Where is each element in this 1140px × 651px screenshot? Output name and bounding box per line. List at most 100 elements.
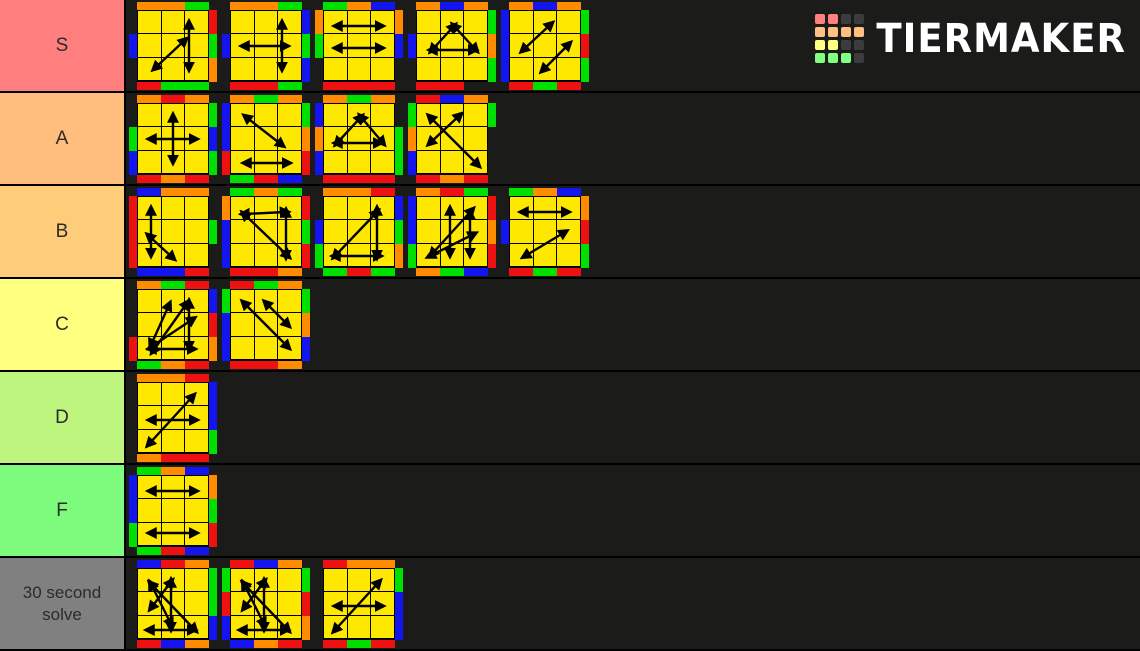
edge-sticker-top [347,559,371,568]
tier-label-f[interactable]: F [0,465,126,556]
cube-face [416,102,488,175]
sticker [557,243,580,267]
edge-sticker-right [209,405,217,430]
sticker [324,127,347,150]
tier-row: F [0,465,1140,558]
sticker [231,615,254,639]
edge-sticker-top [347,187,371,196]
sticker [254,243,278,267]
edge-sticker-bottom [254,360,278,369]
sticker [347,10,371,34]
oll-case-s4[interactable] [408,1,496,90]
edge-sticker-bottom [347,639,371,648]
tier-items-area[interactable] [126,186,1140,277]
sticker [278,336,301,360]
edge-sticker-bottom [161,174,185,183]
oll-case-b5[interactable] [501,187,589,276]
sticker [138,568,161,592]
tier-items-area[interactable] [126,93,1140,184]
sticker [464,34,487,57]
sticker [161,220,185,243]
sticker [185,243,208,267]
tier-label-s[interactable]: S [0,0,126,91]
oll-case-a4[interactable] [408,94,496,183]
edge-sticker-bottom [161,81,185,90]
edge-sticker-bottom [230,267,254,276]
oll-case-b4[interactable] [408,187,496,276]
sticker [161,592,185,615]
sticker [161,243,185,267]
sticker [417,34,440,57]
oll-case-s2[interactable] [222,1,310,90]
sticker [254,57,278,81]
oll-case-d1[interactable] [129,373,217,462]
tier-label-30-second-solve[interactable]: 30 second solve [0,558,126,649]
tier-label-b[interactable]: B [0,186,126,277]
tier-label-c[interactable]: C [0,279,126,370]
edge-sticker-right [209,429,217,454]
cube-face [137,474,209,547]
tier-items-area[interactable] [126,558,1140,649]
cube-face [509,195,581,268]
edge-sticker-left [408,9,416,34]
edge-sticker-right [302,336,310,361]
sticker [231,34,254,57]
oll-case-a1[interactable] [129,94,217,183]
edge-sticker-left [315,591,323,616]
oll-case-f1[interactable] [129,466,217,555]
oll-case-s1[interactable] [129,1,217,90]
edge-sticker-bottom [278,639,302,648]
tier-items-area[interactable] [126,465,1140,556]
edge-sticker-top [137,280,161,289]
oll-case-s5[interactable] [501,1,589,90]
sticker [138,429,161,453]
oll-case-x3[interactable] [315,559,403,648]
tier-label-a[interactable]: A [0,93,126,184]
edge-sticker-top [440,94,464,103]
edge-sticker-right [302,126,310,151]
oll-case-c2[interactable] [222,280,310,369]
tier-items-area[interactable] [126,279,1140,370]
edge-sticker-top [161,466,185,475]
edge-sticker-right [209,9,217,34]
edge-sticker-left [222,126,230,151]
sticker [371,127,394,150]
edge-sticker-top [416,187,440,196]
sticker [324,615,347,639]
sticker [278,592,301,615]
edge-sticker-top [161,1,185,10]
sticker [185,196,208,220]
edge-sticker-top [323,187,347,196]
sticker [185,499,208,522]
edge-sticker-bottom [137,360,161,369]
oll-case-c1[interactable] [129,280,217,369]
sticker [557,220,580,243]
cube-face [137,195,209,268]
sticker [138,127,161,150]
edge-sticker-left [501,33,509,58]
oll-case-a3[interactable] [315,94,403,183]
logo-cell-0-0 [815,14,826,24]
edge-sticker-right [302,591,310,616]
oll-case-a2[interactable] [222,94,310,183]
edge-sticker-right [302,195,310,220]
sticker [464,127,487,150]
oll-case-s3[interactable] [315,1,403,90]
oll-case-x2[interactable] [222,559,310,648]
sticker [278,220,301,243]
oll-case-x1[interactable] [129,559,217,648]
edge-sticker-top [254,1,278,10]
edge-sticker-bottom [416,174,440,183]
edge-sticker-left [315,615,323,640]
edge-sticker-bottom [347,174,371,183]
edge-sticker-right [302,102,310,127]
edge-sticker-left [315,57,323,82]
tier-label-d[interactable]: D [0,372,126,463]
oll-case-b1[interactable] [129,187,217,276]
cube-face [230,9,302,82]
tier-items-area[interactable] [126,372,1140,463]
oll-case-b2[interactable] [222,187,310,276]
logo-cell-0-2 [841,14,852,24]
sticker [371,34,394,57]
oll-case-b3[interactable] [315,187,403,276]
